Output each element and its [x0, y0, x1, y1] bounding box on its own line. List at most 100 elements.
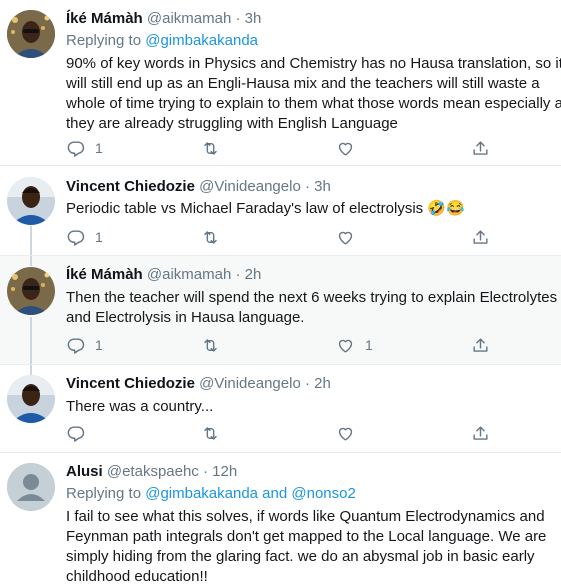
avatar-photo-icon: [7, 177, 55, 225]
tweet-text: Periodic table vs Michael Faraday's law …: [66, 199, 561, 219]
tweet-text-line: Then the teacher will spend the next 6 w…: [66, 289, 558, 306]
avatar[interactable]: [7, 10, 55, 58]
tweet-text-line: will still end up as an Engli-Hausa mix …: [66, 75, 540, 92]
display-name[interactable]: Vincent Chiedozie: [66, 375, 195, 392]
share-button[interactable]: [471, 137, 490, 159]
tweet-text-line: simply hiding from the glaring fact. we …: [66, 548, 535, 565]
display-name[interactable]: Íké Mámàh: [66, 266, 143, 283]
retweet-button[interactable]: [201, 137, 230, 159]
retweet-icon: [204, 230, 217, 244]
tweet-text-line: There was a country...: [66, 398, 214, 415]
share-icon: [473, 140, 488, 155]
tweet-text: I fail to see what this solves, if words…: [66, 507, 561, 587]
timestamp[interactable]: 12h: [212, 463, 237, 480]
avatar-photo-icon: [7, 267, 55, 315]
tweet-actions: 1: [66, 226, 516, 248]
thread-line: [30, 226, 32, 255]
like-icon: [338, 231, 353, 245]
avatar[interactable]: [7, 177, 55, 225]
display-name[interactable]: Vincent Chiedozie: [66, 178, 195, 195]
thread-line: [30, 365, 32, 375]
like-button[interactable]: [336, 422, 365, 444]
reply-count: 1: [95, 140, 103, 156]
avatar[interactable]: [7, 267, 55, 315]
tweet-header: Vincent Chiedozie @Vinideangelo · 3h: [66, 177, 561, 197]
avatar[interactable]: [7, 463, 55, 511]
tweet[interactable]: Íké Mámàh @aikmamah · 2h Then the teache…: [0, 256, 561, 364]
thread-line: [30, 317, 32, 364]
like-count: 1: [365, 337, 373, 353]
retweet-icon: [204, 141, 217, 155]
reply-count: 1: [95, 337, 103, 353]
mention-link[interactable]: @gimbakakanda: [145, 32, 258, 49]
like-button[interactable]: [336, 226, 365, 248]
timestamp[interactable]: 3h: [245, 10, 262, 27]
user-handle[interactable]: @Vinideangelo: [199, 178, 301, 195]
share-icon: [473, 337, 488, 352]
reply-count: 1: [95, 229, 103, 245]
tweet-actions: 1 1: [66, 334, 516, 356]
separator-dot: ·: [202, 463, 208, 480]
tweet-actions: [66, 422, 516, 444]
default-avatar-icon: [7, 463, 55, 511]
share-button[interactable]: [471, 422, 490, 444]
display-name[interactable]: Íké Mámàh: [66, 10, 143, 27]
separator-dot: ·: [235, 266, 241, 283]
reply-button[interactable]: 1: [66, 137, 103, 159]
tweet-text-line: 90% of key words in Physics and Chemistr…: [66, 55, 561, 72]
avatar-photo-icon: [7, 375, 55, 423]
retweet-button[interactable]: [201, 422, 230, 444]
retweet-button[interactable]: [201, 226, 230, 248]
like-icon: [338, 339, 353, 353]
tweet-text-line: Periodic table vs Michael Faraday's law …: [66, 200, 465, 217]
tweet-header: Vincent Chiedozie @Vinideangelo · 2h: [66, 374, 561, 394]
user-handle[interactable]: @aikmamah: [147, 266, 231, 283]
retweet-icon: [204, 338, 217, 352]
user-handle[interactable]: @aikmamah: [147, 10, 231, 27]
mention-link[interactable]: @nonso2: [291, 485, 355, 502]
avatar[interactable]: [7, 375, 55, 423]
timestamp[interactable]: 3h: [314, 178, 331, 195]
like-icon: [338, 142, 353, 156]
timestamp[interactable]: 2h: [314, 375, 331, 392]
reply-button[interactable]: [66, 422, 95, 444]
tweet-text-line: Feynman path integrals don't get mapped …: [66, 528, 547, 545]
tweet[interactable]: Alusi @etakspaehc · 12h Replying to @gim…: [0, 453, 561, 585]
tweet-text-line: childhood education!!: [66, 568, 208, 585]
replying-label: Replying to: [66, 32, 146, 49]
avatar-photo-icon: [7, 10, 55, 58]
tweet-actions: 1: [66, 137, 516, 159]
reply-icon: [67, 229, 85, 246]
retweet-button[interactable]: [201, 334, 230, 356]
display-name[interactable]: Alusi: [66, 463, 103, 480]
replying-and: and: [258, 485, 292, 502]
replying-label: Replying to: [66, 485, 146, 502]
reply-button[interactable]: 1: [66, 334, 103, 356]
share-icon: [473, 229, 488, 244]
tweet-text-line: and Electrolysis in Hausa language.: [66, 309, 305, 326]
tweet[interactable]: Vincent Chiedozie @Vinideangelo · 3h Per…: [0, 166, 561, 255]
like-button[interactable]: [336, 137, 365, 159]
like-button[interactable]: 1: [336, 334, 373, 356]
share-button[interactable]: [471, 334, 490, 356]
user-handle[interactable]: @etakspaehc: [107, 463, 199, 480]
thread-line: [30, 256, 32, 266]
tweet-text-line: I fail to see what this solves, if words…: [66, 508, 545, 525]
user-handle[interactable]: @Vinideangelo: [199, 375, 301, 392]
tweet-header: Alusi @etakspaehc · 12h: [66, 462, 561, 482]
reply-button[interactable]: 1: [66, 226, 103, 248]
tweet-header: Íké Mámàh @aikmamah · 2h: [66, 265, 561, 285]
timestamp[interactable]: 2h: [245, 266, 262, 283]
tweet-text: Then the teacher will spend the next 6 w…: [66, 288, 561, 328]
reply-icon: [67, 140, 85, 157]
share-icon: [473, 425, 488, 440]
tweet[interactable]: Íké Mámàh @aikmamah · 3h Replying to @gi…: [0, 0, 561, 165]
mention-link[interactable]: @gimbakakanda: [145, 485, 258, 502]
tweet-header: Íké Mámàh @aikmamah · 3h: [66, 9, 561, 29]
replying-to: Replying to @gimbakakanda: [66, 31, 561, 51]
tweet-text-line: they are already struggling with English…: [66, 115, 398, 132]
share-button[interactable]: [471, 226, 490, 248]
like-icon: [338, 427, 353, 441]
tweet[interactable]: Vincent Chiedozie @Vinideangelo · 2h The…: [0, 365, 561, 452]
separator-dot: ·: [235, 10, 241, 27]
